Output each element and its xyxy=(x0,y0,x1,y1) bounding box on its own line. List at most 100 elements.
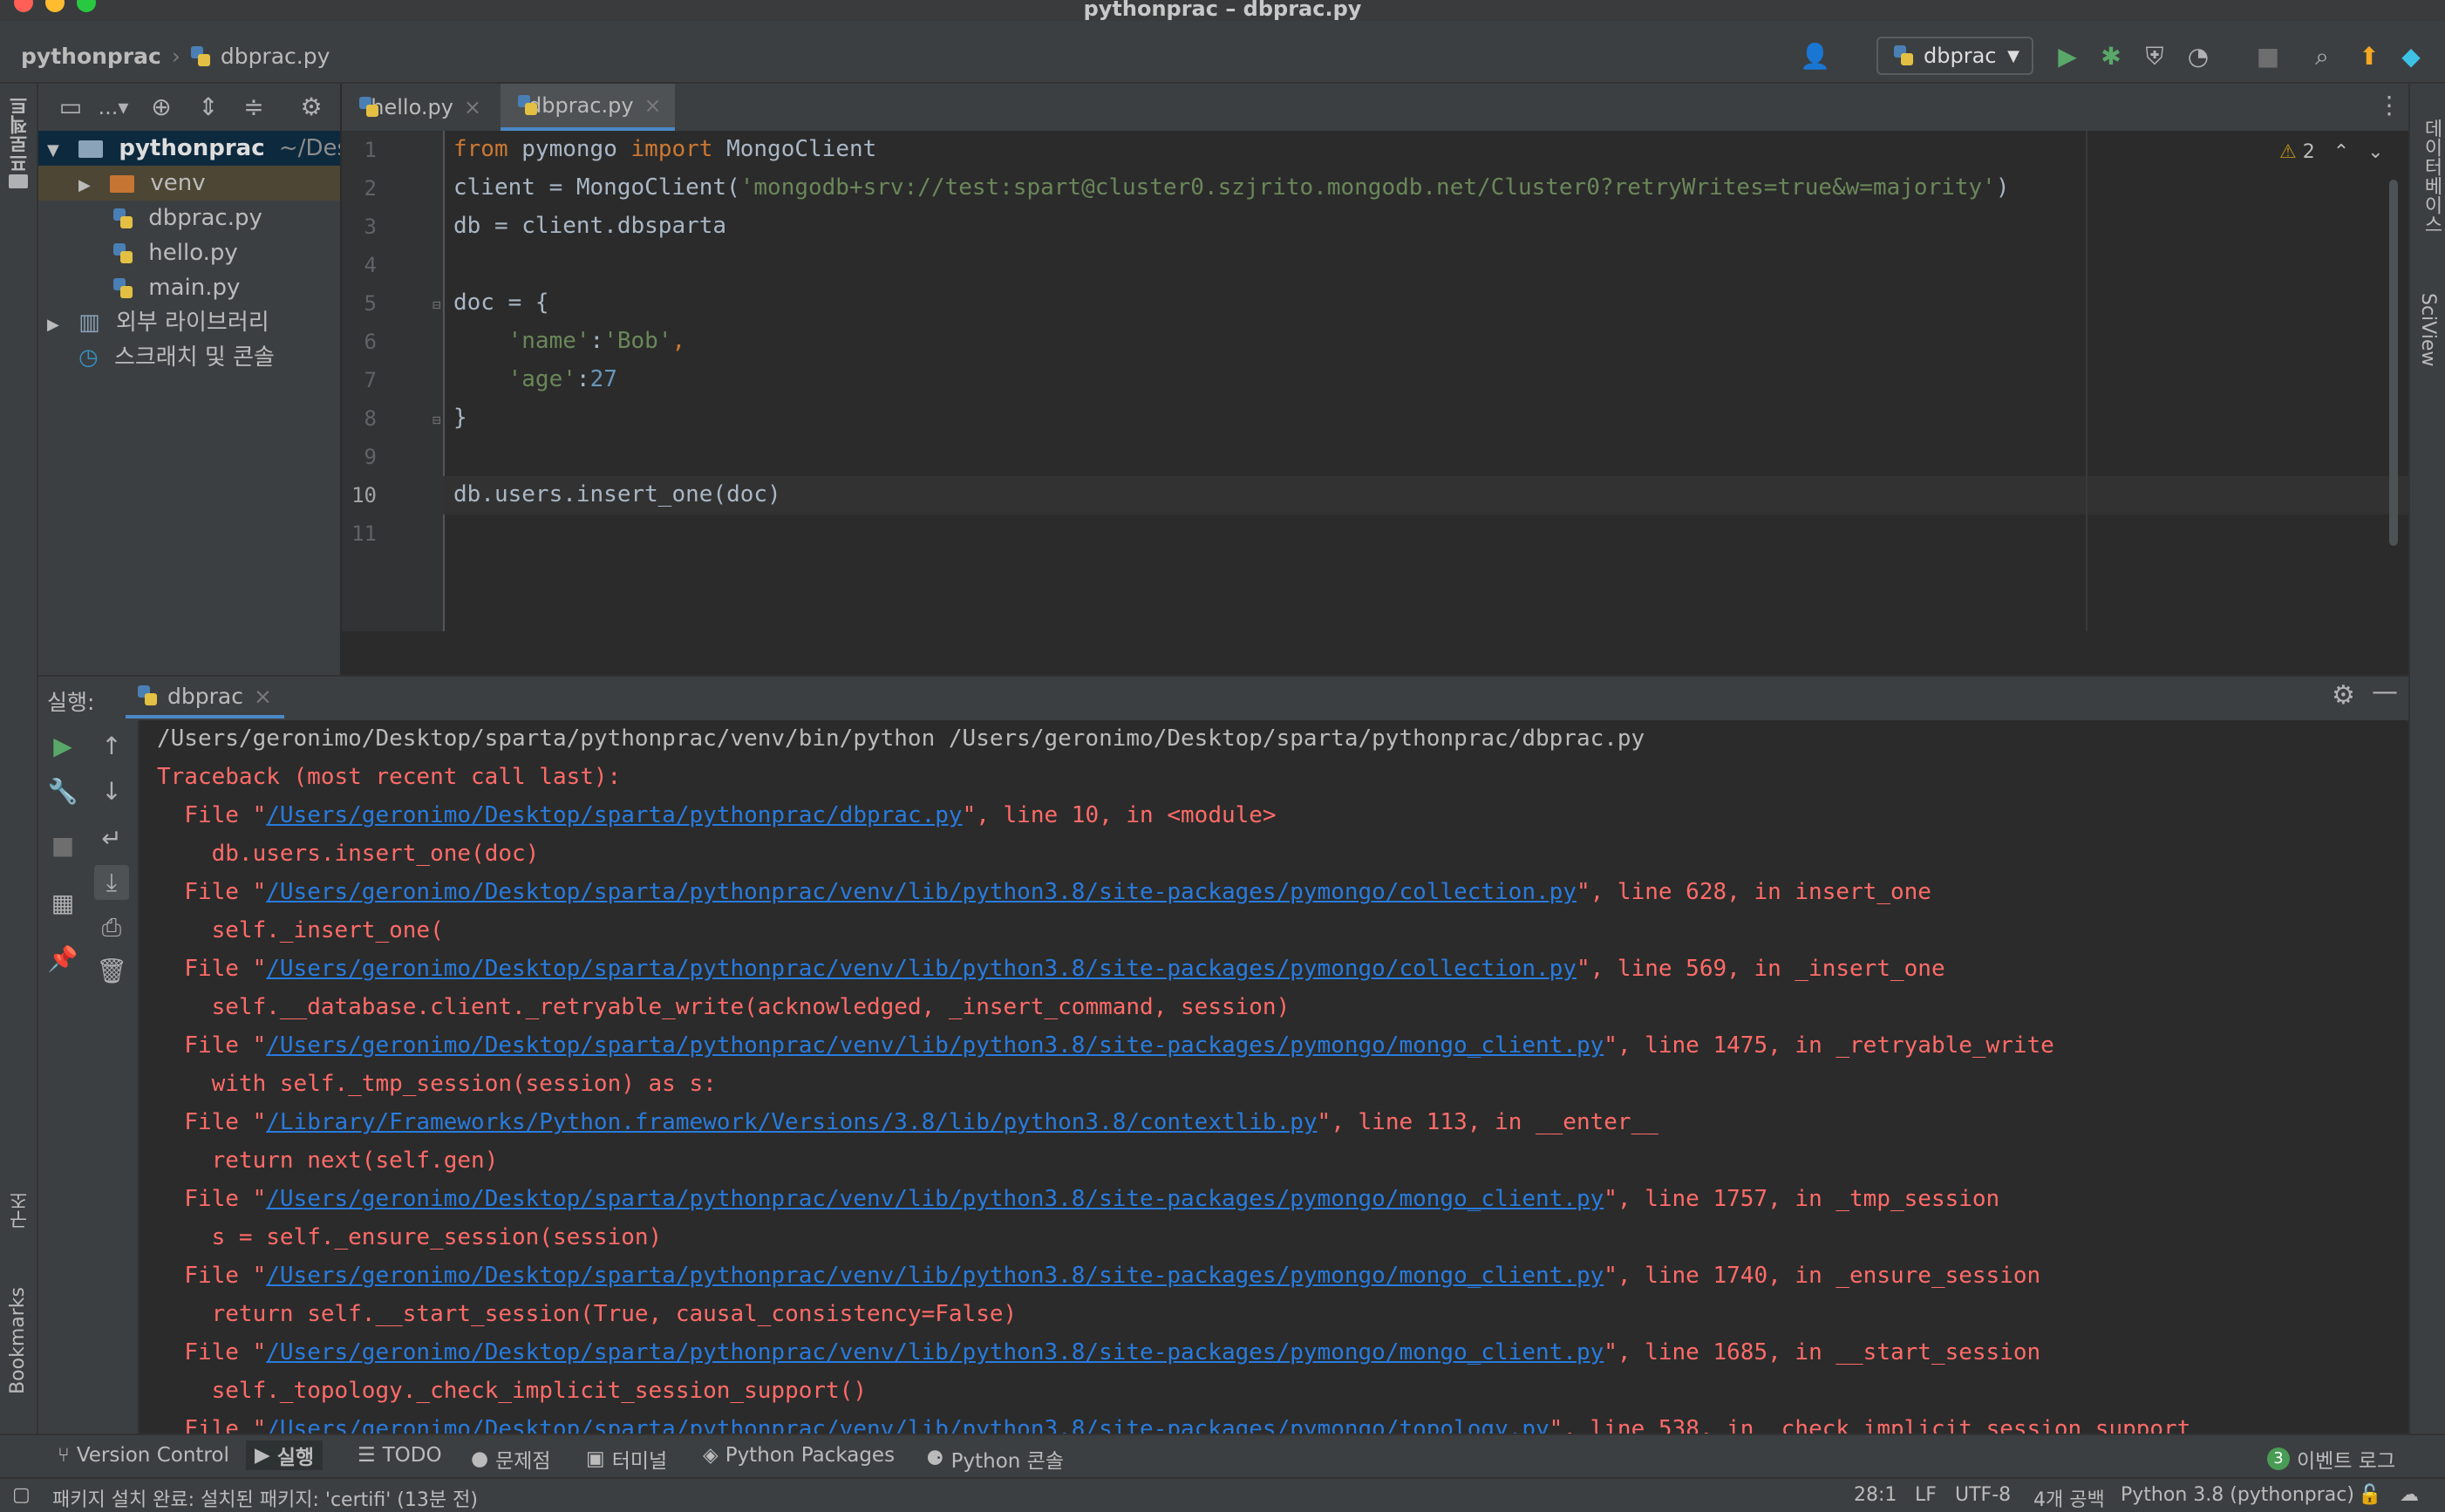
project-view-icon[interactable]: ▭ xyxy=(56,92,85,122)
tree-item-hello[interactable]: hello.py xyxy=(38,235,340,270)
close-icon[interactable]: × xyxy=(644,93,662,118)
run-tab-dbprac[interactable]: dbprac × xyxy=(126,677,284,719)
tree-item-venv[interactable]: ▶ venv xyxy=(38,166,340,201)
project-tool-tab[interactable]: 프로젝트 xyxy=(7,96,35,173)
collapse-all-icon[interactable]: ≑ xyxy=(239,92,269,122)
stop-icon[interactable]: ■ xyxy=(2253,42,2283,72)
traceback-frame: File "/Users/geronimo/Desktop/sparta/pyt… xyxy=(157,1416,2190,1434)
traceback-link[interactable]: /Users/geronimo/Desktop/sparta/pythonpra… xyxy=(266,879,1577,905)
bookmarks-tool-tab[interactable]: Bookmarks xyxy=(7,1287,29,1394)
traceback-link[interactable]: /Library/Frameworks/Python.framework/Ver… xyxy=(266,1109,1317,1135)
inspection-profile-icon[interactable]: ☁ xyxy=(2400,1484,2419,1506)
update-icon[interactable]: ⬆ xyxy=(2354,42,2384,72)
toggle-tool-windows-icon[interactable]: ▢ xyxy=(12,1484,31,1506)
traceback-link[interactable]: /Users/geronimo/Desktop/sparta/pythonpra… xyxy=(266,1186,1604,1212)
jetbrains-icon[interactable]: ◆ xyxy=(2396,42,2426,72)
python-file-icon xyxy=(113,242,133,264)
traceback-code: db.users.insert_one(doc) xyxy=(211,841,540,867)
pin-icon[interactable]: 📌 xyxy=(45,942,80,977)
breadcrumb-file[interactable]: dbprac.py xyxy=(221,44,330,69)
lock-icon[interactable]: 🔓 xyxy=(2358,1484,2381,1506)
inspection-widget[interactable]: ⚠ 2 ⌃ ⌄ xyxy=(2279,141,2384,163)
search-icon[interactable]: ⌕ xyxy=(2307,42,2337,72)
run-tool-tab[interactable]: ▶ 실행 xyxy=(246,1440,324,1470)
coverage-icon[interactable]: ⛨ xyxy=(2140,42,2169,72)
problems-tab[interactable]: ● 문제점 xyxy=(471,1444,551,1474)
indent-setting[interactable]: 4개 공백 xyxy=(2033,1484,2105,1512)
version-control-tab[interactable]: ⑂ Version Control xyxy=(58,1444,229,1467)
locate-icon[interactable]: ⊕ xyxy=(146,92,176,122)
todo-tab[interactable]: ☰ TODO xyxy=(358,1444,442,1467)
library-icon: ▥ xyxy=(78,310,100,336)
python-file-icon xyxy=(113,277,133,299)
tree-root-project[interactable]: ▼ pythonprac ~/Desktop/sparta/pythonprac xyxy=(38,131,340,166)
tab-hello[interactable]: hello.py × xyxy=(342,84,499,131)
breadcrumb-project[interactable]: pythonprac xyxy=(21,44,161,69)
project-view-dropdown[interactable]: ...▾ xyxy=(87,92,140,122)
terminal-tab[interactable]: ▣ 터미널 xyxy=(586,1444,667,1474)
traceback-link[interactable]: /Users/geronimo/Desktop/sparta/pythonpra… xyxy=(266,1032,1604,1059)
tree-item-scratches[interactable]: ◷ 스크래치 및 콘솔 xyxy=(38,340,340,375)
python-console-tab[interactable]: ⚈ Python 콘솔 xyxy=(926,1444,1064,1474)
close-icon[interactable]: × xyxy=(254,684,272,709)
print-icon[interactable]: ⎙ xyxy=(94,910,129,945)
run-console-output[interactable]: /Users/geronimo/Desktop/sparta/pythonpra… xyxy=(140,720,2407,1434)
rerun-icon[interactable]: ▶ xyxy=(45,729,80,764)
python-interpreter[interactable]: Python 3.8 (pythonprac) xyxy=(2121,1484,2354,1506)
profile-icon[interactable]: ◔ xyxy=(2183,42,2213,72)
python-packages-tab[interactable]: ◈ Python Packages xyxy=(703,1444,895,1467)
traceback-link[interactable]: /Users/geronimo/Desktop/sparta/pythonpra… xyxy=(266,956,1577,982)
file-encoding[interactable]: UTF-8 xyxy=(1955,1484,2011,1506)
debug-icon[interactable]: ✱ xyxy=(2096,42,2126,72)
gear-icon[interactable]: ⚙ xyxy=(2332,680,2355,711)
tree-item-external-libraries[interactable]: ▶ ▥ 외부 라이브러리 xyxy=(38,305,340,340)
down-arrow-icon[interactable]: ↓ xyxy=(94,774,129,809)
scroll-to-end-icon[interactable]: ⤓ xyxy=(94,865,129,900)
tree-item-label: 외부 라이브러리 xyxy=(115,310,269,336)
soft-wrap-icon[interactable]: ↵ xyxy=(94,821,129,856)
traceback-code: self._insert_one( xyxy=(211,917,444,943)
breadcrumb: pythonprac › dbprac.py xyxy=(21,44,330,69)
traceback-link[interactable]: /Users/geronimo/Desktop/sparta/pythonpra… xyxy=(266,1339,1604,1366)
stop-icon[interactable]: ■ xyxy=(45,828,80,863)
user-icon[interactable]: 👤 xyxy=(1800,42,1830,72)
run-config-selector[interactable]: dbprac ▼ xyxy=(1876,37,2033,75)
fold-icon[interactable]: ⊟ xyxy=(432,296,441,313)
gear-icon[interactable]: ⚙ xyxy=(296,92,326,122)
minimize-panel-icon[interactable]: — xyxy=(2372,677,2398,707)
line-number: 11 xyxy=(351,521,377,546)
wrench-icon[interactable]: 🔧 xyxy=(45,774,80,809)
chevron-down-icon[interactable]: ⌄ xyxy=(2367,141,2383,163)
event-log-tab[interactable]: 3 이벤트 로그 xyxy=(2267,1444,2395,1474)
python-console-icon: ⚈ xyxy=(926,1447,944,1470)
trash-icon[interactable]: 🗑 xyxy=(94,954,129,989)
status-message[interactable]: 패키지 설치 완료: 설치된 패키지: 'certifi' (13분 전) xyxy=(52,1484,478,1512)
caret-position[interactable]: 28:1 xyxy=(1854,1484,1897,1506)
layout-icon[interactable]: ▦ xyxy=(45,886,80,921)
code-editor[interactable]: 1 2 3 4 5 6 7 8 9 10 11 ⊟ ⊟ from pymongo… xyxy=(342,131,2408,631)
up-arrow-icon[interactable]: ↑ xyxy=(94,729,129,764)
traceback-link[interactable]: /Users/geronimo/Desktop/sparta/pythonpra… xyxy=(266,1416,1549,1434)
project-root-name: pythonprac xyxy=(119,135,265,161)
line-separator[interactable]: LF xyxy=(1915,1484,1937,1506)
tree-item-main[interactable]: main.py xyxy=(38,270,340,305)
traceback-frame: File "/Users/geronimo/Desktop/sparta/pyt… xyxy=(184,1339,2041,1366)
chevron-up-icon[interactable]: ⌃ xyxy=(2333,141,2349,163)
run-icon[interactable]: ▶ xyxy=(2053,42,2082,72)
branch-icon: ⑂ xyxy=(58,1444,70,1467)
traceback-link[interactable]: /Users/geronimo/Desktop/sparta/pythonpra… xyxy=(266,1263,1604,1289)
editor-scrollbar[interactable] xyxy=(2389,180,2398,546)
breadcrumb-chevron-icon: › xyxy=(171,44,180,69)
tree-item-dbprac[interactable]: dbprac.py xyxy=(38,201,340,235)
tab-dbprac[interactable]: dbprac.py × xyxy=(501,84,675,131)
fold-icon[interactable]: ⊟ xyxy=(432,412,441,428)
sciview-tool-tab[interactable]: SciView xyxy=(2417,293,2439,366)
run-panel-label: 실행: xyxy=(47,690,95,715)
more-tabs-icon[interactable]: ⋮ xyxy=(2377,91,2401,119)
structure-tool-tab[interactable]: 구조 xyxy=(7,1191,35,1229)
code-line-6: 'name':'Bob', xyxy=(507,328,686,354)
expand-all-icon[interactable]: ⇕ xyxy=(194,92,223,122)
traceback-link[interactable]: /Users/geronimo/Desktop/sparta/pythonpra… xyxy=(266,802,962,828)
database-tool-tab[interactable]: 데이터베이스 xyxy=(2417,119,2445,234)
close-icon[interactable]: × xyxy=(464,95,481,119)
